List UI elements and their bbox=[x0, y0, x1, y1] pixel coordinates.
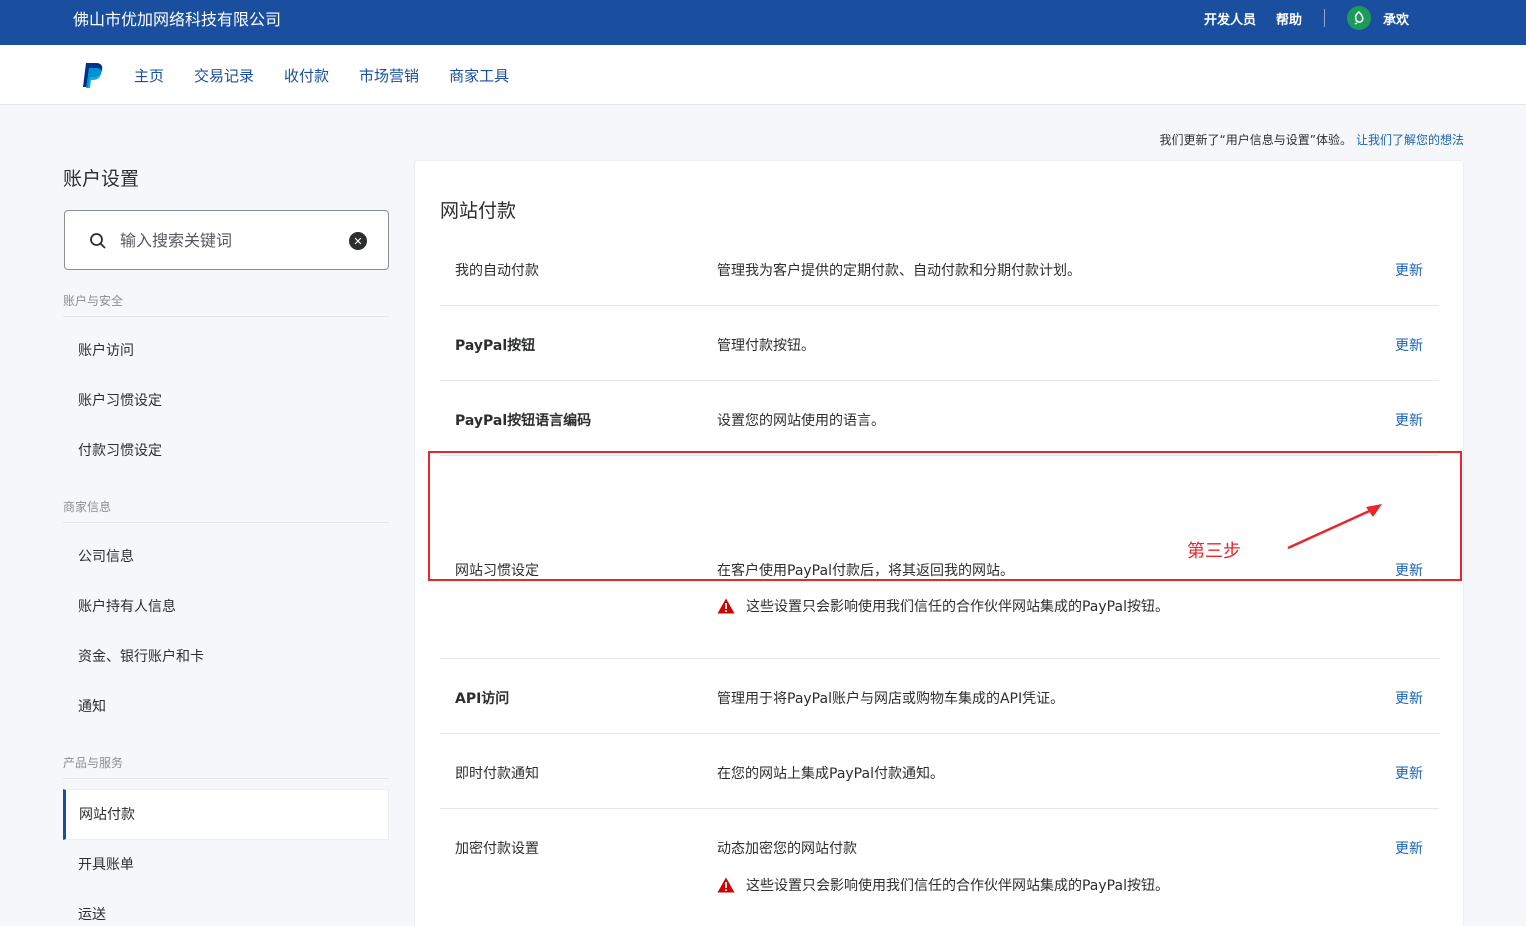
warning-icon bbox=[717, 877, 735, 893]
row-name: PayPal按钮语言编码 bbox=[455, 413, 592, 429]
settings-row: 即时付款通知 在您的网站上集成PayPal付款通知。 更新 bbox=[440, 734, 1439, 809]
sidebar-title: 账户设置 bbox=[63, 168, 140, 190]
update-link[interactable]: 更新 bbox=[1395, 410, 1423, 430]
sidebar-section-business: 商家信息 公司信息 账户持有人信息 资金、银行账户和卡 通知 bbox=[63, 498, 389, 732]
warning-text: 这些设置只会影响使用我们信任的合作伙伴网站集成的PayPal按钮。 bbox=[746, 878, 1169, 894]
sidebar-item-company-info[interactable]: 公司信息 bbox=[63, 532, 389, 582]
row-warning: 这些设置只会影响使用我们信任的合作伙伴网站集成的PayPal按钮。 bbox=[717, 875, 1169, 895]
warning-icon bbox=[717, 598, 735, 614]
feedback-link[interactable]: 让我们了解您的想法 bbox=[1356, 133, 1464, 147]
top-links: 开发人员 帮助 承欢 bbox=[1204, 6, 1429, 30]
settings-row: PayPal按钮 管理付款按钮。 更新 bbox=[440, 306, 1439, 381]
row-description: 设置您的网站使用的语言。 bbox=[717, 413, 885, 429]
warning-text: 这些设置只会影响使用我们信任的合作伙伴网站集成的PayPal按钮。 bbox=[746, 599, 1169, 615]
settings-row: 我的自动付款 管理我为客户提供的定期付款、自动付款和分期付款计划。 更新 bbox=[440, 231, 1439, 306]
row-description: 在客户使用PayPal付款后，将其返回我的网站。 bbox=[717, 563, 1014, 579]
row-description: 管理我为客户提供的定期付款、自动付款和分期付款计划。 bbox=[717, 263, 1081, 279]
row-description: 动态加密您的网站付款 bbox=[717, 841, 857, 857]
nav-transactions[interactable]: 交易记录 bbox=[194, 65, 254, 86]
notice-text: 我们更新了“用户信息与设置”体验。 bbox=[1159, 133, 1352, 147]
row-name: 网站习惯设定 bbox=[455, 563, 539, 579]
row-name: 即时付款通知 bbox=[455, 766, 539, 782]
update-link[interactable]: 更新 bbox=[1395, 560, 1423, 580]
sidebar-item-website-payments[interactable]: 网站付款 bbox=[63, 789, 389, 840]
user-avatar-icon[interactable] bbox=[1347, 6, 1372, 30]
settings-row: API访问 管理用于将PayPal账户与网店或购物车集成的API凭证。 更新 bbox=[440, 659, 1439, 734]
update-link[interactable]: 更新 bbox=[1395, 763, 1423, 783]
company-name: 佛山市优加网络科技有限公司 bbox=[73, 10, 282, 29]
row-description: 管理付款按钮。 bbox=[717, 338, 815, 354]
update-link[interactable]: 更新 bbox=[1395, 838, 1423, 858]
sidebar-item-invoicing[interactable]: 开具账单 bbox=[63, 840, 389, 890]
main-nav: 主页 交易记录 收付款 市场营销 商家工具 bbox=[0, 45, 1526, 105]
divider bbox=[1324, 9, 1326, 27]
row-description: 管理用于将PayPal账户与网店或购物车集成的API凭证。 bbox=[717, 691, 1065, 707]
section-heading: 账户与安全 bbox=[63, 292, 389, 317]
row-name: 加密付款设置 bbox=[455, 841, 539, 857]
row-name: PayPal按钮 bbox=[455, 338, 536, 354]
settings-row: 加密付款设置 动态加密您的网站付款 这些设置只会影响使用我们信任的合作伙伴网站集… bbox=[440, 809, 1439, 926]
sidebar-section-products: 产品与服务 网站付款 开具账单 运送 bbox=[63, 754, 389, 926]
help-link[interactable]: 帮助 bbox=[1276, 9, 1302, 28]
annotation-arrow-icon bbox=[1287, 504, 1382, 550]
section-heading: 产品与服务 bbox=[63, 754, 389, 779]
update-link[interactable]: 更新 bbox=[1395, 335, 1423, 355]
search-icon bbox=[90, 233, 106, 249]
sidebar-item-account-access[interactable]: 账户访问 bbox=[63, 326, 389, 376]
page-title: 网站付款 bbox=[440, 200, 517, 222]
sidebar-item-payment-preferences[interactable]: 付款习惯设定 bbox=[63, 426, 389, 476]
search-input[interactable] bbox=[120, 225, 340, 255]
search-box: ✕ bbox=[64, 210, 389, 270]
sidebar-item-notifications[interactable]: 通知 bbox=[63, 682, 389, 732]
nav-payments[interactable]: 收付款 bbox=[284, 65, 329, 86]
update-notice: 我们更新了“用户信息与设置”体验。 让我们了解您的想法 bbox=[1160, 131, 1464, 148]
settings-row: 网站习惯设定 在客户使用PayPal付款后，将其返回我的网站。 这些设置只会影响… bbox=[440, 456, 1439, 659]
annotation-step-label: 第三步 bbox=[1187, 541, 1241, 562]
user-name[interactable]: 承欢 bbox=[1383, 9, 1409, 28]
nav-merchant-tools[interactable]: 商家工具 bbox=[449, 65, 509, 86]
sidebar-section-account: 账户与安全 账户访问 账户习惯设定 付款习惯设定 bbox=[63, 292, 389, 476]
settings-list: 我的自动付款 管理我为客户提供的定期付款、自动付款和分期付款计划。 更新 Pay… bbox=[440, 231, 1439, 926]
sidebar-item-account-holder[interactable]: 账户持有人信息 bbox=[63, 582, 389, 632]
paypal-logo-icon[interactable] bbox=[82, 62, 104, 89]
nav-marketing[interactable]: 市场营销 bbox=[359, 65, 419, 86]
nav-home[interactable]: 主页 bbox=[134, 65, 164, 86]
update-link[interactable]: 更新 bbox=[1395, 688, 1423, 708]
settings-row: PayPal按钮语言编码 设置您的网站使用的语言。 更新 bbox=[440, 381, 1439, 456]
sidebar-item-account-preferences[interactable]: 账户习惯设定 bbox=[63, 376, 389, 426]
clear-icon[interactable]: ✕ bbox=[349, 232, 367, 250]
top-bar: 佛山市优加网络科技有限公司 开发人员 帮助 承欢 bbox=[0, 0, 1526, 45]
update-link[interactable]: 更新 bbox=[1395, 260, 1423, 280]
row-description: 在您的网站上集成PayPal付款通知。 bbox=[717, 766, 944, 782]
row-warning: 这些设置只会影响使用我们信任的合作伙伴网站集成的PayPal按钮。 bbox=[717, 596, 1169, 616]
row-name: API访问 bbox=[455, 691, 510, 707]
developer-link[interactable]: 开发人员 bbox=[1204, 9, 1256, 28]
sidebar-item-shipping[interactable]: 运送 bbox=[63, 890, 389, 926]
section-heading: 商家信息 bbox=[63, 498, 389, 523]
sidebar-item-funds-banks-cards[interactable]: 资金、银行账户和卡 bbox=[63, 632, 389, 682]
row-name: 我的自动付款 bbox=[455, 263, 539, 279]
